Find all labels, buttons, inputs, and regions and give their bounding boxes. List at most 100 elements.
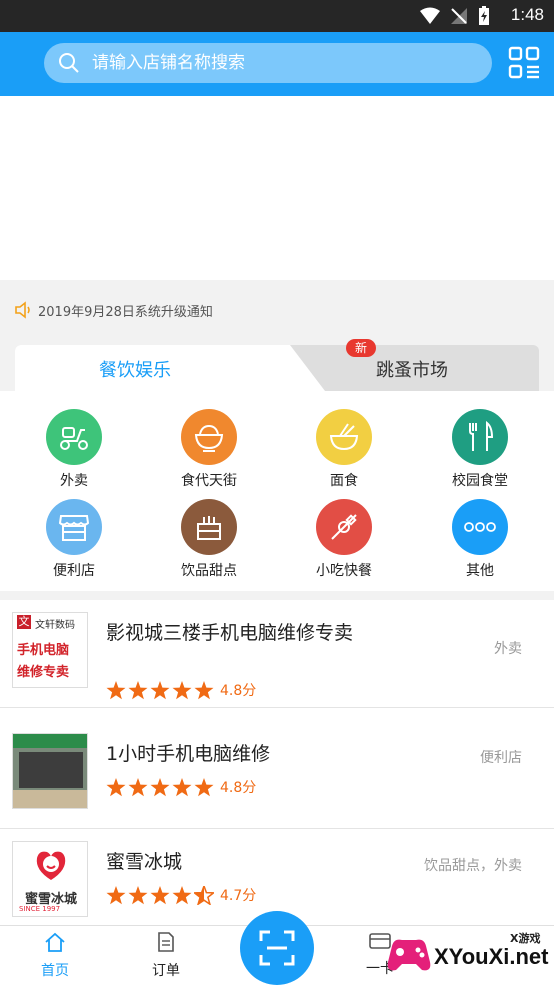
rating-score: 4.8分: [220, 780, 257, 796]
category-others[interactable]: 其他: [420, 499, 540, 580]
star-full-icon: [172, 885, 192, 904]
status-time: 1:48: [510, 5, 544, 24]
shop-rating: 4.7分: [106, 885, 256, 905]
speaker-icon: [15, 301, 30, 319]
star-full-icon: [106, 680, 126, 699]
star-full-icon: [150, 777, 170, 796]
home-icon: [45, 932, 65, 952]
gamepad-logo: [387, 939, 431, 971]
notice-text: 2019年9月28日系统升级通知: [38, 304, 213, 320]
tab-bar: 餐饮娱乐 跳蚤市场 新: [15, 339, 539, 391]
shop-category: 外卖: [494, 641, 522, 657]
category-label: 饮品甜点: [181, 563, 237, 579]
star-full-icon: [106, 777, 126, 796]
category-label: 小吃快餐: [316, 563, 372, 579]
star-full-icon: [194, 777, 214, 796]
snowman-logo: [36, 851, 66, 880]
shop-category: 饮品甜点，外卖: [424, 858, 522, 874]
category-icon-bg: [452, 409, 508, 465]
shop-thumbnail: [12, 733, 88, 809]
cake-icon: [197, 516, 221, 540]
search-box[interactable]: [44, 43, 492, 83]
storefront-sign: [13, 734, 87, 748]
category-drinks-desserts[interactable]: 饮品甜点: [149, 499, 269, 580]
shop-logo-line2: 维修专卖: [17, 665, 70, 680]
shop-logo-mark: 文: [17, 615, 31, 629]
tab-dining-label[interactable]: 餐饮娱乐: [99, 356, 171, 382]
category-icon-bg: [316, 499, 372, 555]
status-icons: [420, 6, 490, 26]
category-label: 外卖: [60, 473, 88, 489]
shop-name: 影视城三楼手机电脑维修专卖: [106, 622, 354, 644]
shop-category: 便利店: [480, 750, 522, 766]
category-icon-bg: [316, 409, 372, 465]
shop-logo-since: SINCE 1997: [19, 905, 61, 913]
watermark-text: XYouXi.net: [434, 944, 549, 969]
category-takeout[interactable]: 外卖: [14, 409, 134, 490]
star-full-icon: [150, 680, 170, 699]
nav-orders[interactable]: 订单: [126, 932, 206, 980]
star-rating: [106, 777, 214, 797]
star-full-icon: [128, 885, 148, 904]
shop-name: 1小时手机电脑维修: [106, 743, 271, 765]
qr-code-button[interactable]: [508, 46, 540, 80]
star-half-icon: [194, 885, 214, 905]
banner[interactable]: [0, 96, 554, 280]
star-full-icon: [106, 885, 126, 904]
fork-knife-icon: [469, 421, 494, 451]
category-label: 其他: [466, 563, 494, 579]
shop-thumbnail: 蜜雪冰城 SINCE 1997: [12, 841, 88, 917]
category-convenience[interactable]: 便利店: [14, 499, 134, 580]
category-label: 食代天街: [181, 473, 237, 489]
nav-home[interactable]: 首页: [15, 932, 95, 980]
shop-row[interactable]: 文 文轩数码 手机电脑 维修专卖 影视城三楼手机电脑维修专卖 外卖 4.8分: [0, 600, 554, 708]
star-rating: [106, 680, 214, 700]
storefront-ground: [13, 790, 87, 808]
category-snacks[interactable]: 小吃快餐: [284, 499, 404, 580]
category-food-street[interactable]: 食代天街: [149, 409, 269, 490]
category-canteen[interactable]: 校园食堂: [420, 409, 540, 490]
notice-bar[interactable]: 2019年9月28日系统升级通知: [0, 296, 554, 324]
category-label: 便利店: [53, 563, 95, 579]
header: [0, 32, 554, 96]
star-rating: [106, 885, 214, 905]
scooter-icon: [60, 427, 88, 450]
store-icon: [58, 515, 90, 541]
rice-bowl-icon: [194, 424, 224, 452]
shop-list: 文 文轩数码 手机电脑 维修专卖 影视城三楼手机电脑维修专卖 外卖 4.8分 1…: [0, 600, 554, 925]
star-full-icon: [194, 680, 214, 699]
nav-orders-label: 订单: [152, 963, 180, 979]
nav-home-label: 首页: [41, 963, 69, 979]
shop-logo-name: 文轩数码: [35, 620, 75, 631]
search-input[interactable]: [92, 53, 492, 73]
skewer-icon: [331, 514, 357, 540]
wifi-icon: [420, 7, 440, 24]
tab-flea-market-label[interactable]: 跳蚤市场: [376, 356, 448, 382]
category-noodles[interactable]: 面食: [284, 409, 404, 490]
rating-score: 4.8分: [220, 683, 257, 699]
category-icon-bg: [46, 409, 102, 465]
noodle-bowl-icon: [329, 423, 359, 451]
battery-icon: [479, 6, 489, 25]
watermark: X游戏 XYouXi.net: [386, 928, 554, 986]
star-full-icon: [150, 885, 170, 904]
new-badge: 新: [346, 339, 376, 357]
shop-thumbnail: 文 文轩数码 手机电脑 维修专卖: [12, 612, 88, 688]
category-icon-bg: [452, 499, 508, 555]
storefront-window: [19, 752, 83, 788]
star-full-icon: [128, 680, 148, 699]
shop-row[interactable]: 1小时手机电脑维修 便利店 4.8分: [0, 721, 554, 829]
category-icon-bg: [181, 409, 237, 465]
category-icon-bg: [46, 499, 102, 555]
scan-button[interactable]: [240, 911, 314, 985]
category-grid: 外卖 食代天街 面食 校园食堂 便利店 饮品甜点 小吃快餐 其他: [0, 391, 554, 591]
shop-rating: 4.8分: [106, 777, 256, 797]
category-label: 面食: [330, 473, 358, 489]
category-label: 校园食堂: [452, 473, 508, 489]
shop-name: 蜜雪冰城: [106, 851, 183, 873]
rating-score: 4.7分: [220, 888, 257, 904]
shop-logo-line1: 手机电脑: [17, 643, 70, 658]
category-icon-bg: [181, 499, 237, 555]
star-full-icon: [172, 680, 192, 699]
order-icon: [158, 932, 174, 952]
